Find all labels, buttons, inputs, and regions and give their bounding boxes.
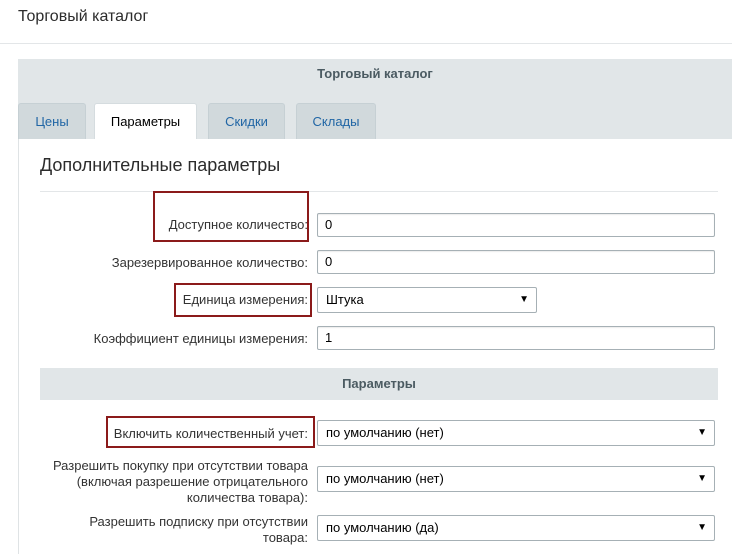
chevron-down-icon: ▼	[697, 522, 707, 533]
tab-discounts[interactable]: Скидки	[208, 103, 285, 139]
allow-subscribe-label-line: Разрешить подписку при отсутствии	[89, 514, 308, 529]
allow-subscribe-label: Разрешить подписку при отсутствии товара…	[89, 514, 308, 546]
reserved-qty-label: Зарезервированное количество:	[111, 255, 308, 270]
chevron-down-icon: ▼	[697, 427, 707, 438]
page-title: Торговый каталог	[18, 8, 149, 25]
allow-purchase-label: Разрешить покупку при отсутствии товара …	[53, 458, 308, 506]
allow-subscribe-select[interactable]: по умолчанию (да) ▼	[317, 515, 715, 541]
highlight-box	[174, 283, 312, 317]
quantity-trace-select[interactable]: по умолчанию (нет) ▼	[317, 420, 715, 446]
tab-parameters[interactable]: Параметры	[94, 103, 197, 140]
params-header: Параметры	[40, 368, 718, 400]
allow-purchase-select[interactable]: по умолчанию (нет) ▼	[317, 466, 715, 492]
allow-subscribe-label-line: товара:	[262, 530, 308, 545]
section-divider	[40, 191, 718, 192]
unit-select-value: Штука	[326, 292, 364, 307]
unit-ratio-input[interactable]: 1	[317, 326, 715, 350]
highlight-box	[106, 416, 315, 448]
allow-purchase-label-line: количества товара):	[186, 490, 308, 505]
reserved-qty-input[interactable]: 0	[317, 250, 715, 274]
allow-purchase-label-line: Разрешить покупку при отсутствии товара	[52, 458, 308, 473]
highlight-box	[153, 191, 309, 242]
tab-prices[interactable]: Цены	[18, 103, 86, 139]
unit-ratio-label: Коэффициент единицы измерения:	[93, 331, 308, 346]
allow-subscribe-value: по умолчанию (да)	[326, 520, 439, 535]
quantity-trace-value: по умолчанию (нет)	[326, 425, 444, 440]
unit-select[interactable]: Штука ▼	[317, 287, 537, 313]
divider	[0, 43, 732, 44]
chevron-down-icon: ▼	[697, 473, 707, 484]
available-qty-input[interactable]: 0	[317, 213, 715, 237]
allow-purchase-label-line: (включая разрешение отрицательного	[76, 474, 308, 489]
chevron-down-icon: ▼	[519, 294, 529, 305]
section-title: Дополнительные параметры	[40, 155, 281, 175]
allow-purchase-value: по умолчанию (нет)	[326, 471, 444, 486]
tab-warehouses[interactable]: Склады	[296, 103, 376, 139]
panel-header: Торговый каталог	[18, 59, 732, 91]
